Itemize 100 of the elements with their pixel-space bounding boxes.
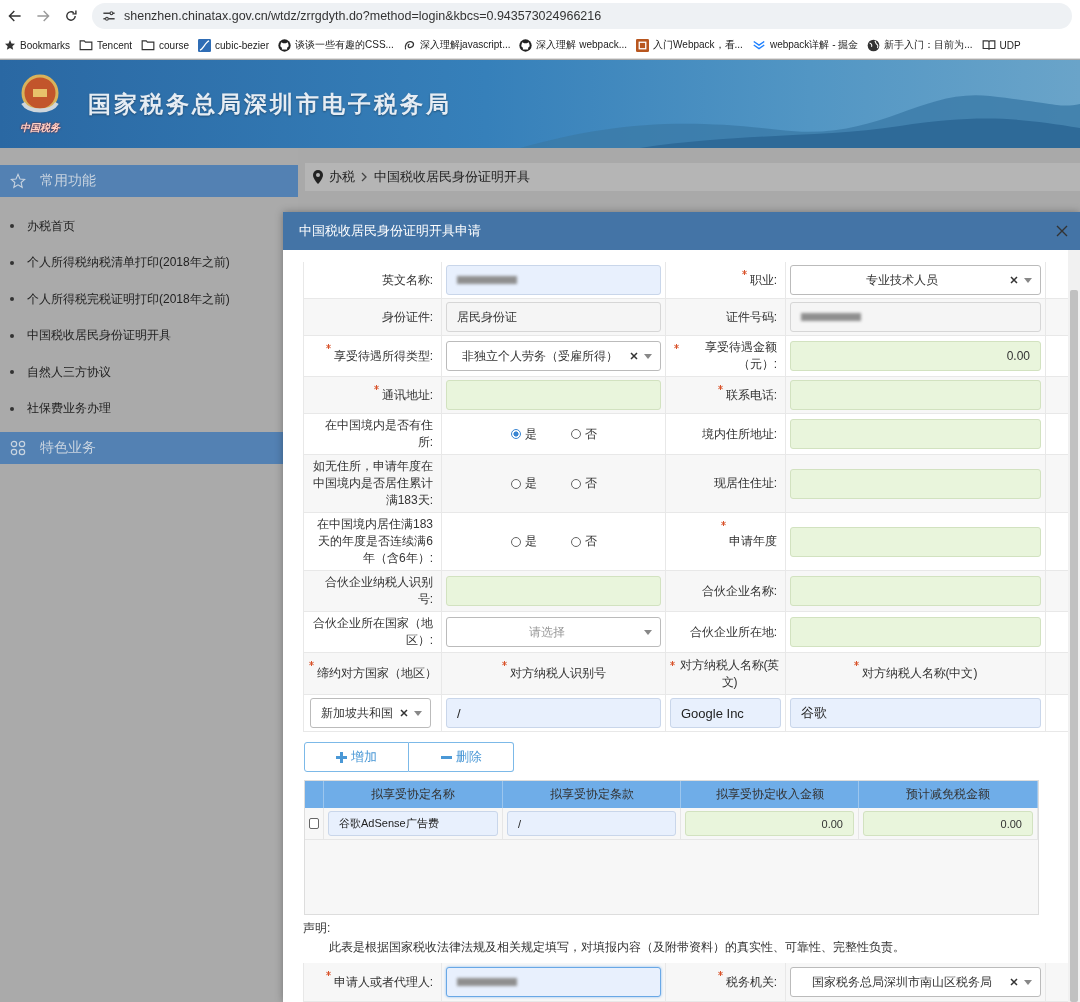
- clear-icon[interactable]: [1010, 978, 1018, 986]
- clear-icon[interactable]: [1010, 276, 1018, 284]
- dialog-title: 中国税收居民身份证明开具申请: [299, 222, 481, 240]
- forward-arrow-icon[interactable]: [36, 9, 50, 23]
- url-text: shenzhen.chinatax.gov.cn/wtdz/zrrgdyth.do?method=login&kbcs=0.943573024966216: [124, 9, 602, 23]
- column-header: 对方纳税人识别号: [509, 665, 606, 682]
- caret-icon: [644, 629, 652, 635]
- clear-icon[interactable]: [630, 352, 638, 360]
- text-field[interactable]: 0.00: [685, 811, 854, 836]
- caret-icon: [1024, 277, 1032, 283]
- bookmark[interactable]: webpack详解 - 掘金: [751, 38, 859, 52]
- bookmark[interactable]: Tencent: [79, 39, 133, 51]
- text-field[interactable]: Google Inc: [670, 698, 781, 728]
- menu-item[interactable]: 中国税收居民身份证明开具: [0, 327, 171, 345]
- select-field[interactable]: 专业技术人员: [790, 265, 1041, 295]
- text-field[interactable]: [446, 967, 661, 997]
- bookmark[interactable]: 新手入门：目前为...: [867, 38, 973, 52]
- text-field[interactable]: 0.00: [790, 341, 1041, 371]
- star-outline-icon: [10, 173, 26, 189]
- folder-icon: [79, 39, 93, 51]
- text-field[interactable]: /: [507, 811, 676, 836]
- menu-item[interactable]: 办税首页: [0, 217, 75, 235]
- field-label: 税务机关:: [725, 973, 777, 991]
- field-label: 英文名称:: [381, 271, 433, 289]
- bookmark[interactable]: course: [141, 39, 190, 51]
- radio-option[interactable]: 是: [510, 425, 537, 443]
- field-label: 享受待遇所得类型:: [333, 347, 433, 365]
- text-field[interactable]: /: [446, 698, 661, 728]
- required-asterisk-icon: [853, 661, 859, 666]
- required-asterisk-icon: [501, 661, 507, 666]
- bookmark[interactable]: Bookmarks: [4, 39, 70, 51]
- close-icon[interactable]: [1056, 225, 1068, 237]
- address-bar[interactable]: shenzhen.chinatax.gov.cn/wtdz/zrrgdyth.do?method=login&kbcs=0.943573024966216: [92, 3, 1072, 29]
- redacted-text: [457, 276, 517, 284]
- chevron-right-icon: [361, 172, 368, 182]
- radio-option[interactable]: 否: [570, 475, 597, 492]
- column-header: 对方纳税人名称(中文): [861, 665, 978, 682]
- field-label: 合伙企业所在地:: [689, 623, 777, 641]
- back-arrow-icon[interactable]: [8, 9, 22, 23]
- clear-icon[interactable]: [400, 709, 408, 717]
- pin-icon: [313, 170, 323, 184]
- text-field[interactable]: 0.00: [863, 811, 1033, 836]
- field-label: 在中国境内居住满183天的年度是否连续满6年（含6年）:: [315, 516, 433, 567]
- breadcrumb-current: 中国税收居民身份证明开具: [374, 168, 530, 186]
- emblem-caption: 中国税务: [20, 121, 60, 135]
- bookmark[interactable]: UDP: [981, 39, 1021, 51]
- column-header: 对方纳税人名称(英文): [678, 656, 781, 691]
- required-asterisk-icon: [741, 270, 747, 275]
- bookmark[interactable]: 谈谈一些有趣的CSS...: [278, 38, 394, 52]
- column-header: 拟享受协定收入金额: [681, 781, 859, 808]
- text-field[interactable]: 谷歌: [790, 698, 1041, 728]
- field-label: 境内住所地址:: [701, 425, 777, 443]
- text-field[interactable]: [446, 265, 661, 295]
- text-field[interactable]: 谷歌AdSense广告费: [328, 811, 498, 836]
- menu-item[interactable]: 个人所得税纳税清单打印(2018年之前): [0, 254, 230, 272]
- plus-icon: [336, 751, 347, 763]
- field-label: 合伙企业名称:: [701, 582, 777, 600]
- text-field[interactable]: [790, 302, 1041, 332]
- site-settings-icon: [102, 10, 116, 22]
- swirl-icon: [402, 38, 416, 52]
- bookmark[interactable]: 入门Webpack，看...: [636, 38, 743, 52]
- field-label: 如无住所，申请年度在中国境内是否居住累计满183天:: [312, 458, 433, 509]
- field-label: 在中国境内是否有住所:: [324, 417, 433, 451]
- field-label: 通讯地址:: [381, 386, 433, 404]
- site-title: 国家税务总局深圳市电子税务局: [88, 89, 452, 119]
- curve-icon: [198, 38, 212, 52]
- required-asterisk-icon: [325, 344, 331, 349]
- radio-option[interactable]: 是: [510, 475, 537, 492]
- select-field[interactable]: 新加坡共和国: [310, 698, 431, 728]
- chevron-icon: [751, 39, 766, 51]
- select-field[interactable]: 国家税务总局深圳市南山区税务局: [790, 967, 1041, 997]
- radio-option[interactable]: 否: [570, 425, 597, 443]
- breadcrumb-link[interactable]: 办税: [329, 168, 355, 186]
- select-field[interactable]: 非独立个人劳务（受雇所得）: [446, 341, 661, 371]
- menu-item[interactable]: 社保费业务办理: [0, 400, 111, 418]
- menu-item[interactable]: 自然人三方协议: [0, 363, 111, 381]
- declaration-title: 声明:: [303, 921, 331, 935]
- column-header: 预计减免税金额: [859, 781, 1038, 808]
- menu-item[interactable]: 个人所得税完税证明打印(2018年之前): [0, 290, 230, 308]
- checkbox[interactable]: [309, 818, 319, 829]
- bookmark[interactable]: 深入理解javascript...: [402, 38, 511, 52]
- bookmark[interactable]: cubic-bezier: [198, 38, 269, 52]
- text-field[interactable]: 居民身份证: [446, 302, 661, 332]
- required-asterisk-icon: [308, 661, 314, 666]
- cat-logo-icon: [519, 38, 533, 52]
- redacted-text: [801, 313, 861, 321]
- declaration-text: 此表是根据国家税收法律法规及相关规定填写，对填报内容（及附带资料）的真实性、可靠性、完整性负责。: [328, 939, 906, 956]
- tile-icon: [636, 38, 650, 52]
- folder-icon: [141, 39, 156, 51]
- radio-option[interactable]: 否: [570, 533, 597, 550]
- scrollbar-thumb[interactable]: [1070, 290, 1078, 1002]
- bookmark[interactable]: 深入理解 webpack...: [519, 38, 628, 52]
- caret-icon: [644, 353, 652, 359]
- required-asterisk-icon: [717, 385, 723, 390]
- caret-icon: [414, 710, 422, 716]
- radio-option[interactable]: 是: [510, 533, 537, 550]
- caret-icon: [1024, 979, 1032, 985]
- reload-icon[interactable]: [64, 9, 78, 23]
- field-label: 合伙企业纳税人识别号:: [324, 574, 433, 608]
- required-asterisk-icon: [717, 971, 723, 976]
